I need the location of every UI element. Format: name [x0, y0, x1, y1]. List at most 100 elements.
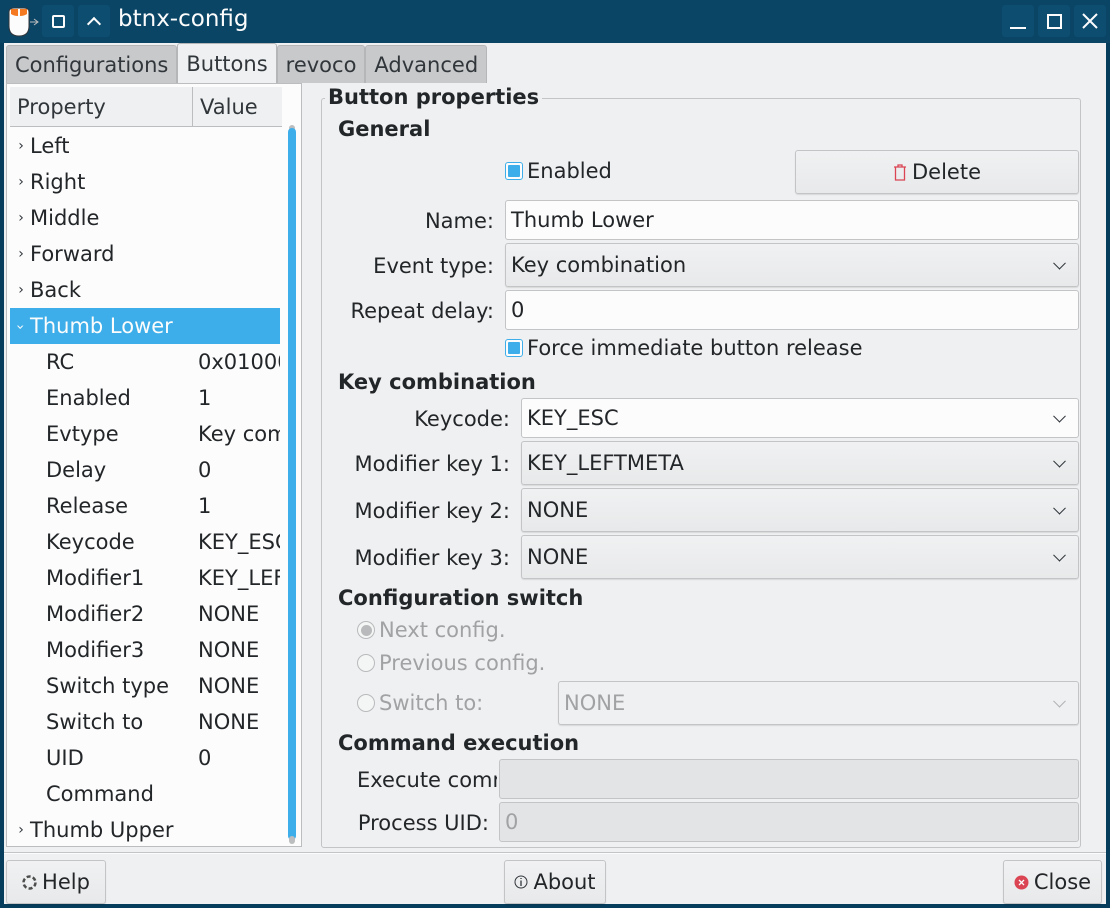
- tree-child-row[interactable]: Switch to NONE: [10, 704, 280, 740]
- tab-revoco[interactable]: revoco: [276, 45, 366, 83]
- tree-item[interactable]: › Back: [10, 272, 280, 308]
- tree-child-property: Delay: [46, 458, 107, 482]
- window-title: btnx-config: [118, 6, 249, 32]
- tree-item[interactable]: › Forward: [10, 236, 280, 272]
- tree-item-selected[interactable]: › Thumb Lower: [10, 308, 280, 344]
- column-header-property[interactable]: Property: [10, 87, 193, 127]
- app-mouse-icon[interactable]: [6, 6, 42, 38]
- tree-child-row[interactable]: UID 0: [10, 740, 280, 776]
- tree-child-row[interactable]: Delay 0: [10, 452, 280, 488]
- keycode-label: Keycode:: [414, 407, 510, 431]
- chevron-right-icon[interactable]: ›: [10, 822, 30, 838]
- keep-above-button[interactable]: [78, 5, 110, 37]
- chevron-right-icon[interactable]: ›: [10, 210, 30, 226]
- tree-child-property: Modifier2: [46, 602, 145, 626]
- tree-item-label: Back: [30, 278, 81, 302]
- tree-child-property: Evtype: [46, 422, 119, 446]
- column-header-value[interactable]: Value: [193, 87, 282, 127]
- tree-child-row[interactable]: Switch type NONE: [10, 668, 280, 704]
- chevron-down-icon: [1053, 256, 1066, 270]
- modifier3-combo[interactable]: NONE: [521, 535, 1079, 579]
- about-label: About: [533, 870, 596, 894]
- tree-item-label: Middle: [30, 206, 100, 230]
- minimize-button[interactable]: [1002, 5, 1034, 37]
- switch-to-combo[interactable]: NONE: [558, 681, 1079, 725]
- tree-child-value: 0x01000: [198, 350, 280, 374]
- tree-item-label: Forward: [30, 242, 115, 266]
- tree-child-row[interactable]: Modifier2 NONE: [10, 596, 280, 632]
- chevron-down-icon[interactable]: ›: [12, 316, 28, 336]
- tree-child-property: Keycode: [46, 530, 135, 554]
- next-config-radio[interactable]: Next config.: [357, 618, 506, 642]
- close-label: Close: [1033, 870, 1092, 894]
- tree-child-row[interactable]: Enabled 1: [10, 380, 280, 416]
- repeat-delay-input[interactable]: 0: [505, 290, 1079, 330]
- section-general: General: [338, 117, 431, 141]
- delete-label: Delete: [912, 160, 981, 184]
- force-release-label: Force immediate button release: [527, 336, 863, 360]
- tree-child-row[interactable]: Modifier3 NONE: [10, 632, 280, 668]
- tab-buttons[interactable]: Buttons: [177, 43, 277, 83]
- tree-scrollbar[interactable]: [288, 128, 296, 840]
- info-icon: [514, 875, 528, 889]
- tree-child-row[interactable]: Evtype Key com: [10, 416, 280, 452]
- modifier1-combo[interactable]: KEY_LEFTMETA: [521, 441, 1079, 485]
- tree-child-property: Switch to: [46, 710, 144, 734]
- close-button[interactable]: Close: [1003, 860, 1102, 904]
- tree-item-label: Thumb Lower: [30, 314, 173, 338]
- tree-child-row[interactable]: Command: [10, 776, 280, 812]
- keycode-combo[interactable]: KEY_ESC: [521, 398, 1079, 438]
- execute-command-input[interactable]: [499, 759, 1079, 799]
- close-window-button[interactable]: [1074, 5, 1106, 37]
- maximize-button[interactable]: [1038, 5, 1070, 37]
- repeat-delay-label: Repeat delay:: [350, 299, 494, 323]
- modifier3-label: Modifier key 3:: [354, 546, 510, 570]
- previous-config-radio[interactable]: Previous config.: [357, 651, 545, 675]
- keycode-value: KEY_ESC: [527, 406, 619, 430]
- chevron-down-icon: [1053, 694, 1066, 708]
- tab-configurations[interactable]: Configurations: [6, 45, 178, 83]
- tree-child-property: Modifier1: [46, 566, 145, 590]
- name-input[interactable]: Thumb Lower: [505, 200, 1079, 240]
- chevron-right-icon[interactable]: ›: [10, 138, 30, 154]
- keep-below-button[interactable]: [42, 5, 74, 37]
- switch-to-value: NONE: [564, 691, 626, 715]
- main-window: Configurations Buttons revoco Advanced P…: [4, 43, 1106, 904]
- enabled-checkbox[interactable]: Enabled: [505, 159, 612, 183]
- tab-advanced[interactable]: Advanced: [365, 45, 488, 83]
- tree-child-value: 0: [198, 458, 212, 482]
- tree-child-value: 1: [198, 386, 212, 410]
- switch-to-radio[interactable]: Switch to:: [357, 691, 483, 715]
- delete-button[interactable]: Delete: [795, 150, 1079, 194]
- trash-icon: [894, 163, 906, 181]
- chevron-down-icon: [1053, 454, 1066, 468]
- tree-child-row[interactable]: Keycode KEY_ESC: [10, 524, 280, 560]
- tree-item[interactable]: › Right: [10, 164, 280, 200]
- force-release-checkbox[interactable]: Force immediate button release: [505, 336, 863, 360]
- tree-item[interactable]: › Thumb Upper: [10, 812, 280, 844]
- close-circle-icon: [1014, 875, 1029, 889]
- button-tree: Property Value › Left › Right › Middle ›…: [6, 83, 302, 847]
- modifier2-value: NONE: [527, 498, 589, 522]
- chevron-right-icon[interactable]: ›: [10, 282, 30, 298]
- tree-child-value: 1: [198, 494, 212, 518]
- tree-item[interactable]: › Middle: [10, 200, 280, 236]
- tree-child-value: NONE: [198, 638, 260, 662]
- modifier2-combo[interactable]: NONE: [521, 488, 1079, 532]
- tree-child-row[interactable]: Modifier1 KEY_LEF: [10, 560, 280, 596]
- chevron-right-icon[interactable]: ›: [10, 174, 30, 190]
- tree-body: › Left › Right › Middle › Forward › Back…: [10, 128, 280, 844]
- tree-child-property: Switch type: [46, 674, 170, 698]
- about-button[interactable]: About: [504, 860, 606, 904]
- tree-item-label: Right: [30, 170, 86, 194]
- chevron-right-icon[interactable]: ›: [10, 246, 30, 262]
- tree-child-property: UID: [46, 746, 84, 770]
- tree-child-row[interactable]: Release 1: [10, 488, 280, 524]
- help-lifebuoy-icon: [22, 874, 37, 890]
- tree-item[interactable]: › Left: [10, 128, 280, 164]
- group-title: Button properties: [325, 85, 543, 109]
- event-type-combo[interactable]: Key combination: [505, 243, 1079, 287]
- process-uid-input[interactable]: 0: [499, 802, 1079, 842]
- help-button[interactable]: Help: [6, 860, 106, 904]
- tree-child-row[interactable]: RC 0x01000: [10, 344, 280, 380]
